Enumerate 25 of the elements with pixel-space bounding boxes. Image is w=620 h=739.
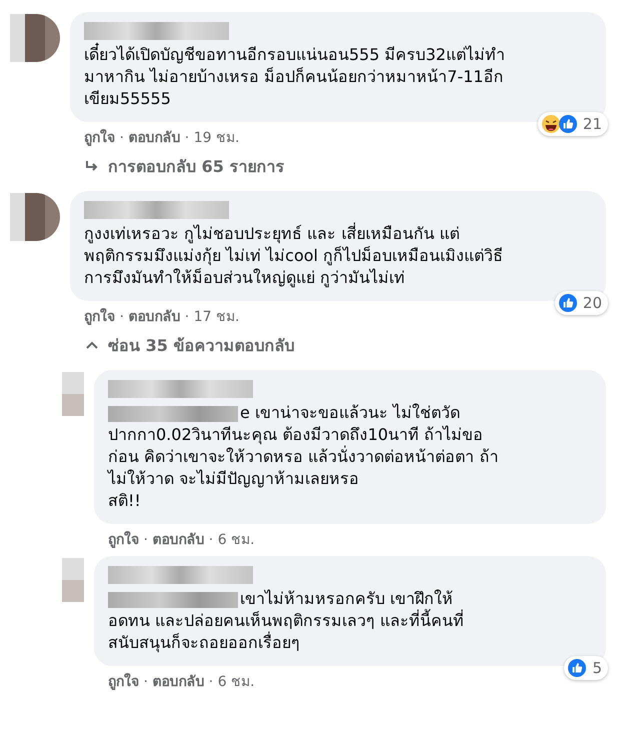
name-blurred[interactable] bbox=[108, 380, 253, 398]
replies-toggle-link[interactable]: การตอบกลับ 65 รายการ bbox=[108, 154, 284, 179]
name-blurred[interactable] bbox=[84, 22, 229, 40]
mention-link-blurred[interactable] bbox=[108, 406, 238, 422]
thumbs-up-icon bbox=[558, 293, 578, 313]
comment-actions[interactable]: ถูกใจ · ตอบกลับ · 19 ชม. bbox=[84, 130, 240, 146]
comment-actions[interactable]: ถูกใจ · ตอบกลับ · 6 ชม. bbox=[108, 532, 255, 548]
thumbs-up-icon bbox=[558, 114, 578, 134]
mention-link-blurred[interactable] bbox=[108, 592, 238, 608]
comment-text: กูงงเท่เหรอวะ กูไม่ชอบประยุทธ์ และ เสี่ยเหมือนกัน แต่ พฤติกรรมมึงแม่งกุ้ย ไม่เท่ ไม่cool กูก็ไปม็อบเหมือนเมิงแต่วิธี การมึงมันทำให้ม็อบส่วนใหญ่ดูแย่ กูว่ามันไม่เท่ bbox=[84, 223, 504, 289]
thumbs-up-icon bbox=[567, 658, 588, 678]
replies-toggle-link[interactable]: ซ่อน 35 ข้อความตอบกลับ bbox=[108, 333, 294, 358]
avatar-blurred[interactable] bbox=[10, 14, 60, 62]
comment-text: เดี๋ยวได้เปิดบัญชีขอทานอีกรอบแน่นอน555 มีครบ32แต่ไม่ทำ มาหากิน ไม่อายบ้างเหรอ ม็อปก็คนน้อยกว่าหมาหน้า7-11อีก เขียม55555 bbox=[84, 44, 592, 110]
comment-actions[interactable]: ถูกใจ · ตอบกลับ · 17 ชม. bbox=[84, 309, 240, 325]
avatar-blurred[interactable] bbox=[10, 193, 60, 241]
name-blurred[interactable] bbox=[84, 201, 229, 219]
reaction-count[interactable]: 5 bbox=[564, 656, 608, 680]
reaction-count[interactable]: 20 bbox=[554, 291, 608, 315]
comment-actions[interactable]: ถูกใจ · ตอบกลับ · 6 ชม. bbox=[108, 674, 255, 690]
comment-text: เขาไม่ห้ามหรอกครับ เขาฝึกให้ อดทน และปล่อยคนเห็นพฤติกรรมเลวๆ และที่นี้คนที่ สนับสนุนก็จะถอยออกเรื่อยๆ bbox=[108, 588, 466, 654]
comment-text: e เขาน่าจะขอแล้วนะ ไม่ใช่ตวัด ปากกา0.02วินาทีนะคุณ ต้องมีวาดถึง10นาที ถ้าไม่ขอ ก่อน คิดว่าเขาจะให้วาดหรอ แล้วนั่งวาดต่อหน้าต่อตา ถ้า ไม่ให้วาด จะไม่มีปัญญาห้ามเลยหรอ สติ!! bbox=[108, 402, 500, 512]
laughing-face-icon bbox=[540, 114, 561, 134]
reaction-count[interactable]: 21 bbox=[538, 112, 608, 136]
name-blurred[interactable] bbox=[108, 566, 253, 584]
